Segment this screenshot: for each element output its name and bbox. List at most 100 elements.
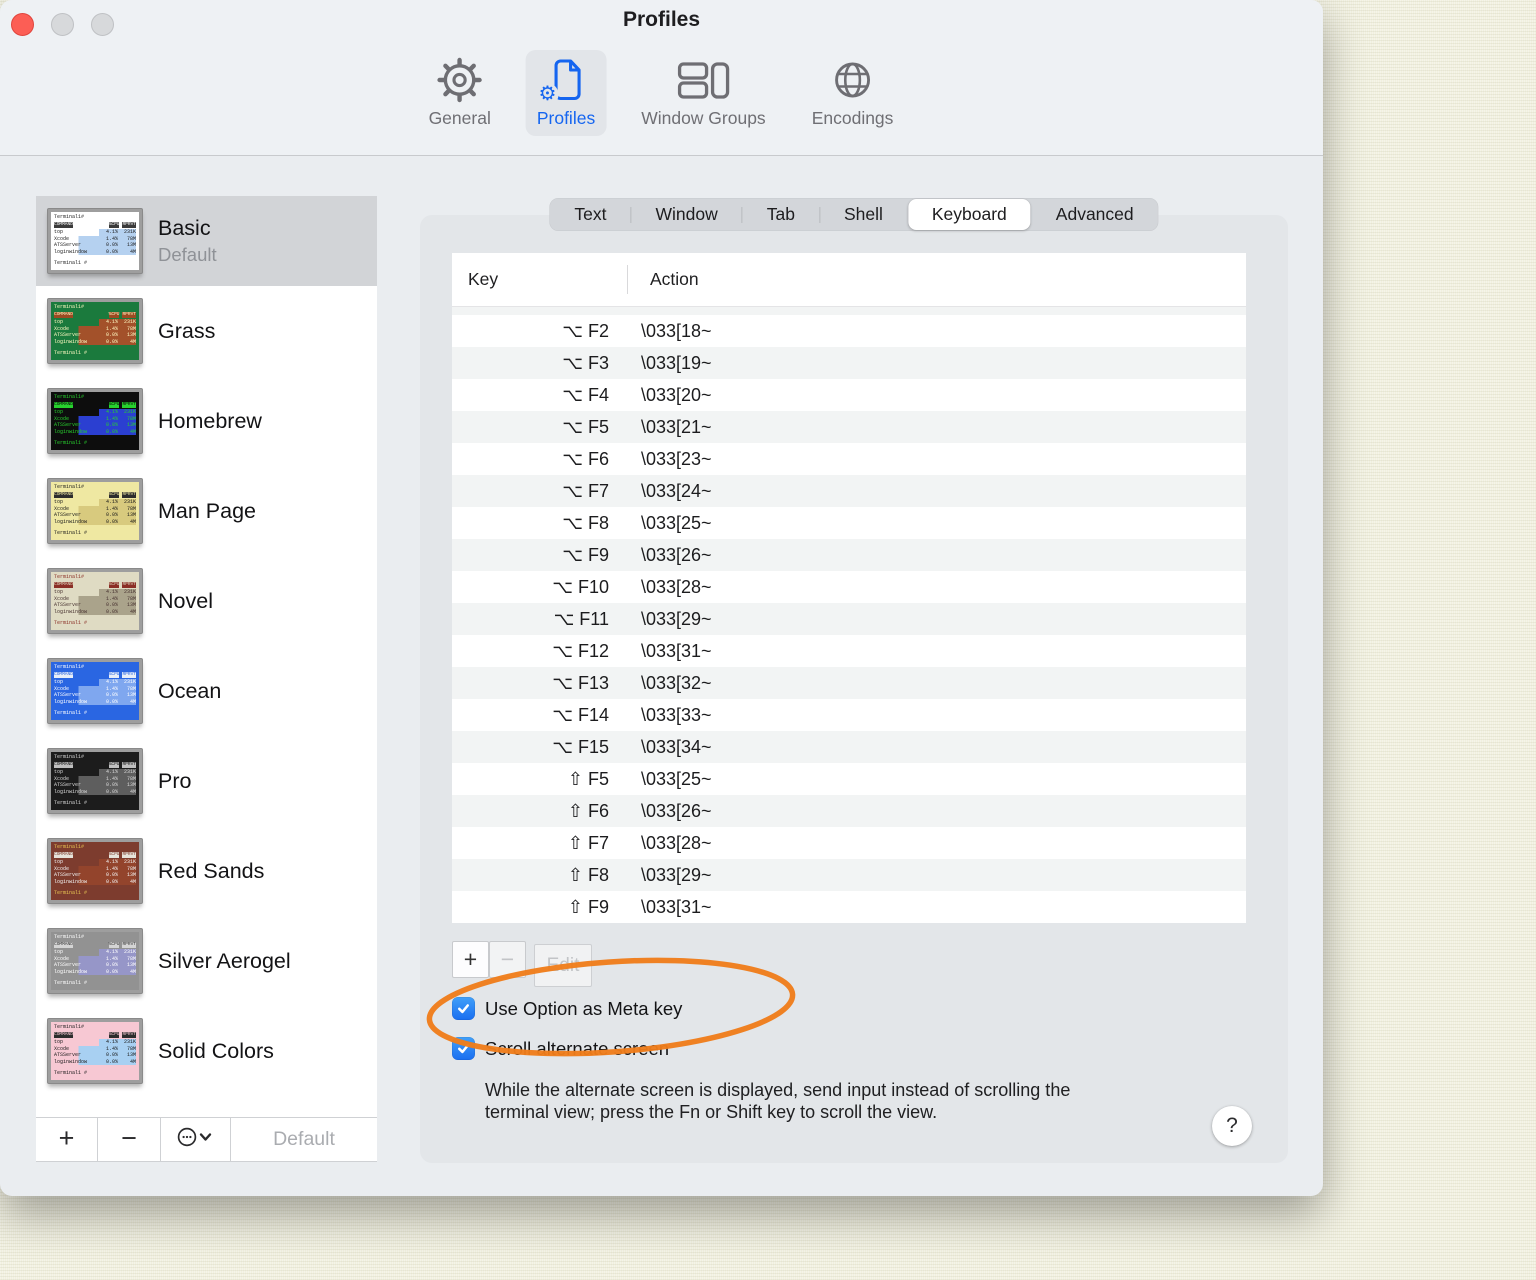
table-row[interactable]: ⌥ F4 \033[20~	[452, 379, 1246, 411]
tab-tab[interactable]: Tab	[743, 199, 819, 230]
profile-text: Novel	[158, 589, 213, 614]
profile-name: Homebrew	[158, 408, 262, 433]
action-cell: \033[28~	[641, 576, 712, 597]
key-cell: ⌥ F2	[562, 320, 609, 341]
window-title: Profiles	[622, 8, 701, 31]
profile-text: Grass	[158, 319, 215, 344]
profile-text: Homebrew	[158, 409, 262, 434]
toolbar-item-general[interactable]: General	[418, 50, 502, 136]
checkmark-icon	[457, 1004, 470, 1014]
sidebar-item-novel[interactable]: Terminal1# COMMAND %CPU RPRVT top 4.1% 231K Xco…	[36, 556, 377, 646]
scroll-alternate-screen-checkbox[interactable]	[452, 1037, 475, 1060]
table-row[interactable]: ⌥ F15 \033[34~	[452, 731, 1246, 763]
sidebar-item-man-page[interactable]: Terminal1# COMMAND %CPU RPRVT top 4.1% 231K Xco…	[36, 466, 377, 556]
toolbar-item-window-groups[interactable]: Window Groups	[630, 50, 777, 136]
profile-name: Man Page	[158, 498, 257, 523]
tab-keyboard[interactable]: Keyboard	[907, 199, 1031, 230]
set-default-button[interactable]: Default	[231, 1118, 377, 1161]
key-cell: ⇧ F7	[567, 832, 609, 853]
key-cell: ⌥ F8	[562, 512, 609, 533]
table-row[interactable]: ⌥ F5 \033[21~	[452, 411, 1246, 443]
table-row[interactable]: ⇧ F6 \033[26~	[452, 795, 1246, 827]
key-cell: ⇧ F6	[567, 800, 609, 821]
edit-key-button[interactable]: Edit	[534, 944, 592, 987]
table-row[interactable]: ⌥ F14 \033[33~	[452, 699, 1246, 731]
profile-text: Red Sands	[158, 859, 264, 884]
tab-window[interactable]: Window	[631, 199, 741, 230]
table-row[interactable]: ⌥ F3 \033[19~	[452, 347, 1246, 379]
sidebar-item-basic[interactable]: Terminal1# COMMAND %CPU RPRVT top 4.1% 231K Xco…	[36, 196, 377, 286]
preferences-toolbar: General ⚙ Profiles Window Groups Encoding…	[418, 50, 905, 136]
sidebar-item-red-sands[interactable]: Terminal1# COMMAND %CPU RPRVT top 4.1% 231K Xco…	[36, 826, 377, 916]
key-cell: ⌥ F15	[552, 736, 609, 757]
profile-name: Solid Colors	[158, 1038, 274, 1063]
profile-thumbnail: Terminal1# COMMAND %CPU RPRVT top 4.1% 231K Xco…	[48, 299, 142, 363]
key-cell: ⌥ F7	[562, 480, 609, 501]
profile-text: Silver Aerogel	[158, 949, 291, 974]
help-button[interactable]: ?	[1212, 1106, 1252, 1146]
profile-thumbnail: Terminal1# COMMAND %CPU RPRVT top 4.1% 231K Xco…	[48, 749, 142, 813]
tab-shell[interactable]: Shell	[820, 199, 907, 230]
key-cell: ⌥ F5	[562, 416, 609, 437]
profile-thumbnail: Terminal1# COMMAND %CPU RPRVT top 4.1% 231K Xco…	[48, 209, 142, 273]
column-divider[interactable]	[627, 265, 628, 294]
table-row[interactable]: ⌥ F8 \033[25~	[452, 507, 1246, 539]
key-cell: ⌥ F3	[562, 352, 609, 373]
table-row[interactable]: ⌥ F13 \033[32~	[452, 667, 1246, 699]
table-row[interactable]: ⌥ F11 \033[29~	[452, 603, 1246, 635]
remove-profile-button[interactable]: −	[98, 1118, 161, 1161]
action-cell: \033[28~	[641, 832, 712, 853]
window-groups-icon	[676, 55, 730, 105]
column-header-key[interactable]: Key	[452, 269, 627, 290]
table-row[interactable]: ⌥ F2 \033[18~	[452, 315, 1246, 347]
table-row[interactable]: ⇧ F9 \033[31~	[452, 891, 1246, 923]
table-row[interactable]: ⇧ F8 \033[29~	[452, 859, 1246, 891]
tab-advanced[interactable]: Advanced	[1032, 199, 1158, 230]
table-row[interactable]: ⌥ F12 \033[31~	[452, 635, 1246, 667]
column-header-action[interactable]: Action	[627, 269, 699, 290]
profile-thumbnail: Terminal1# COMMAND %CPU RPRVT top 4.1% 231K Xco…	[48, 479, 142, 543]
sidebar-item-homebrew[interactable]: Terminal1# COMMAND %CPU RPRVT top 4.1% 231K Xco…	[36, 376, 377, 466]
profile-name: Basic	[158, 216, 211, 240]
key-cell: ⌥ F14	[552, 704, 609, 725]
action-cell: \033[25~	[641, 512, 712, 533]
action-cell: \033[25~	[641, 768, 712, 789]
toolbar-item-profiles[interactable]: ⚙ Profiles	[525, 50, 607, 136]
action-cell: \033[29~	[641, 864, 712, 885]
add-profile-button[interactable]: +	[36, 1118, 98, 1161]
action-cell: \033[21~	[641, 416, 712, 437]
option-meta-row: Use Option as Meta key	[452, 997, 682, 1020]
add-key-button[interactable]: +	[452, 941, 489, 978]
table-row[interactable]: ⇧ F5 \033[25~	[452, 763, 1246, 795]
profile-sidebar: Terminal1# COMMAND %CPU RPRVT top 4.1% 231K Xco…	[36, 196, 377, 1162]
use-option-as-meta-label: Use Option as Meta key	[485, 997, 683, 1019]
sidebar-item-silver-aerogel[interactable]: Terminal1# COMMAND %CPU RPRVT top 4.1% 231K Xco…	[36, 916, 377, 1006]
tab-text[interactable]: Text	[550, 199, 630, 230]
sidebar-item-ocean[interactable]: Terminal1# COMMAND %CPU RPRVT top 4.1% 231K Xco…	[36, 646, 377, 736]
key-mapping-table: Key Action ⌥ F2 \033[18~ ⌥ F3 \033[19~ ⌥ F4 \…	[452, 253, 1246, 923]
profile-name: Red Sands	[158, 858, 265, 883]
question-mark-icon: ?	[1226, 1114, 1238, 1137]
sidebar-item-solid-colors[interactable]: Terminal1# COMMAND %CPU RPRVT top 4.1% 231K Xco…	[36, 1006, 377, 1096]
more-options-button[interactable]	[161, 1118, 231, 1161]
table-row[interactable]: ⌥ F10 \033[28~	[452, 571, 1246, 603]
table-row[interactable]: ⌥ F9 \033[26~	[452, 539, 1246, 571]
use-option-as-meta-checkbox[interactable]	[452, 997, 475, 1020]
remove-key-button[interactable]: −	[489, 941, 526, 978]
key-cell: ⌥ F12	[552, 640, 609, 661]
action-cell: \033[24~	[641, 480, 712, 501]
sidebar-item-pro[interactable]: Terminal1# COMMAND %CPU RPRVT top 4.1% 231K Xco…	[36, 736, 377, 826]
profile-name: Pro	[158, 768, 192, 793]
scroll-alternate-screen-label: Scroll alternate screen	[485, 1037, 670, 1059]
key-cell: ⌥ F11	[553, 608, 609, 629]
table-body: ⌥ F2 \033[18~ ⌥ F3 \033[19~ ⌥ F4 \033[20~ ⌥ F5…	[452, 315, 1246, 923]
profile-tabs: Text Window Tab Shell Keyboard Advanced	[549, 198, 1159, 231]
sidebar-item-grass[interactable]: Terminal1# COMMAND %CPU RPRVT top 4.1% 231K Xco…	[36, 286, 377, 376]
toolbar-item-encodings[interactable]: Encodings	[801, 50, 905, 136]
table-row[interactable]: ⌥ F7 \033[24~	[452, 475, 1246, 507]
action-cell: \033[33~	[641, 704, 712, 725]
table-row[interactable]: ⌥ F6 \033[23~	[452, 443, 1246, 475]
preferences-window: Profiles General ⚙ Profiles Window Groups…	[0, 0, 1323, 1196]
action-cell: \033[31~	[641, 896, 712, 917]
table-row[interactable]: ⇧ F7 \033[28~	[452, 827, 1246, 859]
